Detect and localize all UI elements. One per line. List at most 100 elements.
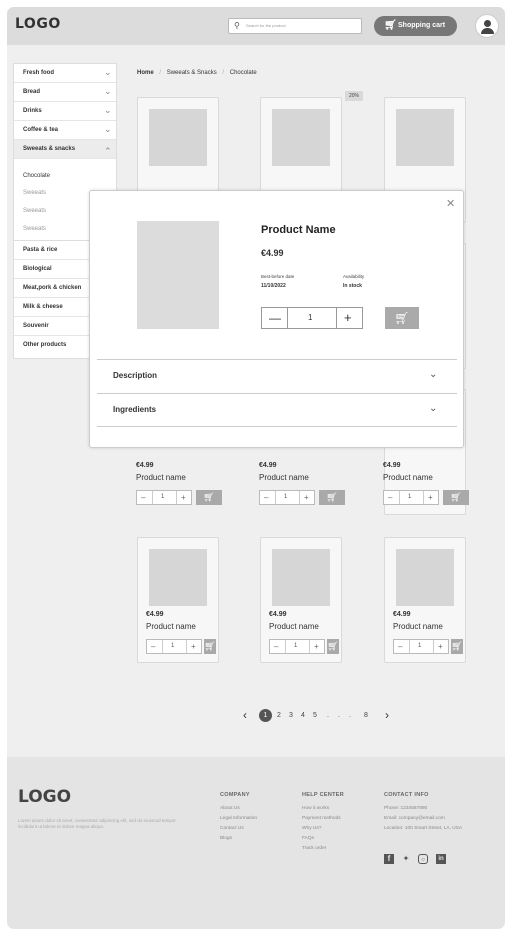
sidebar-item-bread[interactable]: Bread ⌄ [14, 83, 116, 102]
breadcrumb-category[interactable]: Sweeats & Snacks [167, 70, 217, 76]
product-title: Product Name [261, 224, 336, 236]
top-header: LOGO ⚲ Search for the product 🛒︎ Shoppin… [7, 7, 505, 45]
add-to-cart-button[interactable]: 🛒︎ [204, 639, 216, 654]
page-link[interactable]: 4 [301, 712, 305, 719]
sidebar-item-fresh-food[interactable]: Fresh food ⌄ [14, 64, 116, 83]
footer-link[interactable]: Legal Information [220, 816, 257, 821]
logo[interactable]: LOGO [15, 16, 61, 32]
breadcrumb-home[interactable]: Home [137, 70, 154, 76]
accordion-description[interactable]: Description ⌄ [97, 359, 457, 393]
increase-button[interactable]: + [314, 642, 319, 651]
best-before-label: Best-before date [261, 274, 295, 279]
product-card[interactable]: €4.99 Product name – 1 + 🛒︎ [137, 537, 219, 663]
prev-page-button[interactable]: ‹ [243, 708, 247, 722]
chevron-up-icon: ⌃ [104, 146, 112, 156]
page-link[interactable]: 8 [364, 712, 368, 719]
product-name[interactable]: Product name [259, 473, 309, 482]
sidebar-item-coffee-tea[interactable]: Coffee & tea ⌄ [14, 121, 116, 140]
product-image [272, 549, 330, 606]
product-name[interactable]: Product name [136, 473, 186, 482]
accordion-ingredients[interactable]: Ingredients ⌄ [97, 393, 457, 427]
product-card[interactable]: €4.99 Product name – 1 + 🛒︎ [260, 537, 342, 663]
sidebar-subitem[interactable]: Sweeats [23, 208, 46, 214]
page-link[interactable]: 2 [277, 712, 281, 719]
sidebar-subitem-chocolate[interactable]: Chocolate [23, 173, 50, 179]
product-price: €4.99 [393, 611, 411, 618]
footer-contact-column: CONTACT INFO Phone: 1234567890 Email: co… [384, 792, 462, 836]
product-image [137, 221, 219, 329]
footer-link[interactable]: Track order [302, 846, 344, 851]
cart-icon: 🛒︎ [327, 641, 339, 651]
footer-link[interactable]: Contact Us [220, 826, 257, 831]
decrease-button[interactable]: – [264, 493, 268, 502]
increase-button[interactable]: + [428, 493, 433, 502]
product-image [396, 549, 454, 606]
decrease-button[interactable]: – [151, 642, 155, 651]
footer-heading: HELP CENTER [302, 792, 345, 798]
footer-link[interactable]: FAQs [302, 836, 344, 841]
increase-button[interactable]: + [344, 310, 352, 325]
product-card[interactable]: €4.99 Product name – 1 + 🛒︎ [384, 537, 466, 663]
sidebar-item-sweets-snacks[interactable]: Sweeats & snacks ⌃ [14, 140, 116, 159]
accordion-title: Ingredients [113, 405, 157, 414]
footer-link[interactable]: About Us [220, 806, 257, 811]
quantity-stepper: – 1 + [383, 490, 439, 505]
footer: LOGO Lorem ipsum dolor sit amet, consect… [7, 757, 505, 929]
user-avatar-button[interactable] [475, 14, 499, 38]
page-link[interactable]: 5 [313, 712, 317, 719]
page-link[interactable]: 3 [289, 712, 293, 719]
page-ellipsis: . [338, 712, 340, 719]
add-to-cart-button[interactable]: 🛒︎ [451, 639, 463, 654]
decrease-button[interactable]: — [269, 311, 281, 325]
quantity-value: 1 [418, 643, 422, 649]
add-to-cart-button[interactable]: 🛒︎ [196, 490, 222, 505]
add-to-cart-button[interactable]: 🛒︎ [443, 490, 469, 505]
footer-link[interactable]: Payment methods [302, 816, 344, 821]
footer-logo[interactable]: LOGO [18, 787, 71, 807]
page-ellipsis: . [327, 712, 329, 719]
product-price: €4.99 [136, 462, 154, 469]
quantity-value: 1 [171, 643, 175, 649]
sidebar-item-label: Pasta & rice [23, 247, 58, 253]
footer-link[interactable]: Blogs [220, 836, 257, 841]
search-input[interactable]: ⚲ Search for the product [228, 18, 362, 34]
product-name[interactable]: Product name [146, 622, 196, 631]
decrease-button[interactable]: – [141, 493, 145, 502]
instagram-icon[interactable]: ○ [418, 854, 428, 864]
sidebar-item-label: Other products [23, 342, 67, 348]
increase-button[interactable]: + [438, 642, 443, 651]
page-ellipsis: . [349, 712, 351, 719]
close-icon[interactable]: ✕ [446, 197, 455, 210]
sidebar-subitem[interactable]: Sweeats [23, 226, 46, 232]
product-name[interactable]: Product name [269, 622, 319, 631]
facebook-icon[interactable]: f [384, 854, 394, 864]
add-to-cart-button[interactable]: 🛒︎ [385, 307, 419, 329]
product-price: €4.99 [259, 462, 277, 469]
sidebar-item-label: Sweeats & snacks [23, 146, 76, 152]
quantity-stepper: – 1 + [269, 639, 325, 654]
sidebar-subitem[interactable]: Sweeats [23, 190, 46, 196]
page-current[interactable]: 1 [259, 709, 272, 722]
twitter-icon[interactable]: ✦ [401, 854, 411, 864]
product-image [272, 109, 330, 166]
add-to-cart-button[interactable]: 🛒︎ [327, 639, 339, 654]
increase-button[interactable]: + [304, 493, 309, 502]
cart-icon: 🛒︎ [384, 20, 397, 31]
add-to-cart-button[interactable]: 🛒︎ [319, 490, 345, 505]
product-name[interactable]: Product name [393, 622, 443, 631]
decrease-button[interactable]: – [398, 642, 402, 651]
footer-link[interactable]: Why Us? [302, 826, 344, 831]
decrease-button[interactable]: – [274, 642, 278, 651]
product-name[interactable]: Product name [383, 473, 433, 482]
linkedin-icon[interactable]: in [436, 854, 446, 864]
increase-button[interactable]: + [181, 493, 186, 502]
quantity-value: 1 [284, 494, 288, 500]
increase-button[interactable]: + [191, 642, 196, 651]
sidebar-item-label: Drinks [23, 108, 42, 114]
decrease-button[interactable]: – [388, 493, 392, 502]
shopping-cart-button[interactable]: 🛒︎ Shopping cart [374, 16, 457, 36]
footer-link[interactable]: How it works [302, 806, 344, 811]
next-page-button[interactable]: › [385, 708, 389, 722]
chevron-down-icon: ⌄ [104, 124, 112, 134]
sidebar-item-drinks[interactable]: Drinks ⌄ [14, 102, 116, 121]
